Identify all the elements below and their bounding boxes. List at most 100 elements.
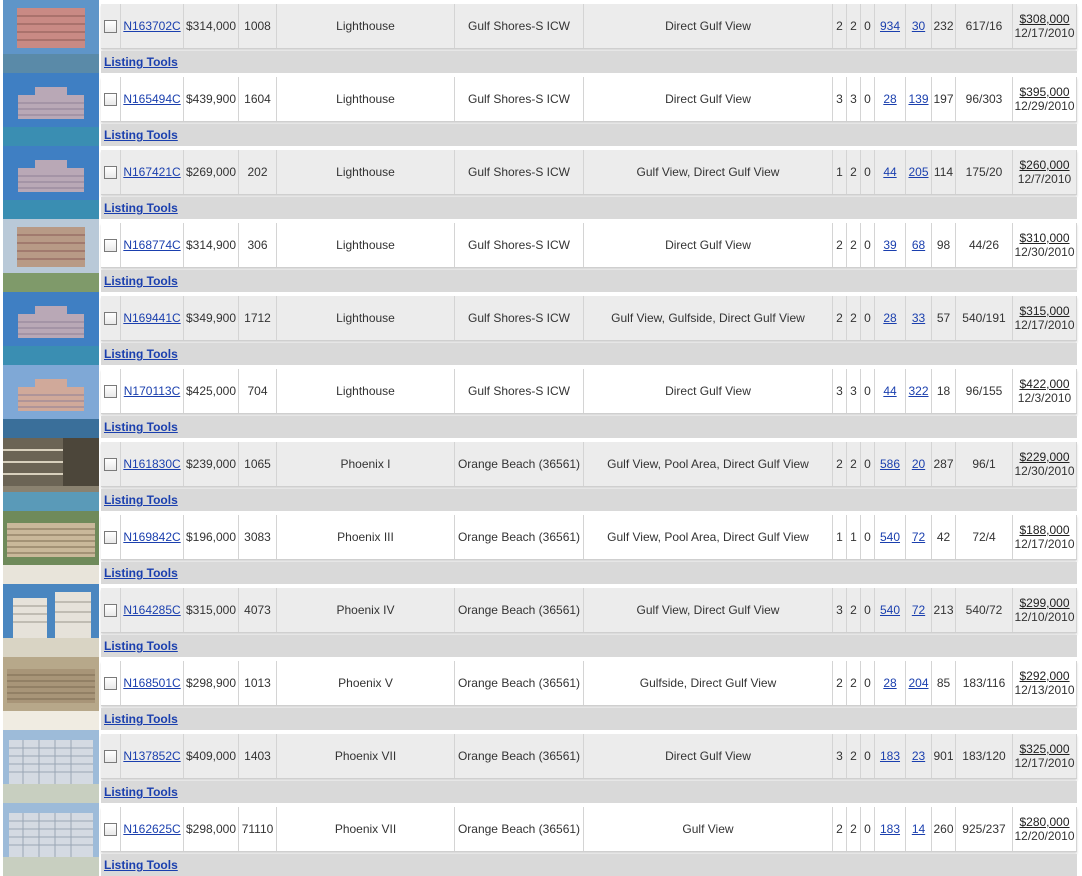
property-photo[interactable] <box>3 438 99 511</box>
beds: 3 <box>836 92 843 106</box>
sold-price[interactable]: $299,000 <box>1019 596 1069 610</box>
listing-tools-link[interactable]: Listing Tools <box>104 201 178 215</box>
select-checkbox[interactable] <box>104 238 117 252</box>
sold-price[interactable]: $310,000 <box>1019 231 1069 245</box>
mls-number-link[interactable]: N161830C <box>123 457 180 471</box>
select-checkbox[interactable] <box>104 311 117 325</box>
select-checkbox[interactable] <box>104 749 117 763</box>
stat-link-1[interactable]: 934 <box>880 19 900 33</box>
stat-link-1[interactable]: 44 <box>883 384 896 398</box>
stat-link-2[interactable]: 72 <box>912 530 925 544</box>
days-on-market: 306 <box>247 238 268 252</box>
stat-link-2[interactable]: 23 <box>912 749 925 763</box>
stat-link-2[interactable]: 68 <box>912 238 925 252</box>
half-baths: 0 <box>864 822 871 836</box>
mls-number-link[interactable]: N170113C <box>124 384 180 398</box>
property-photo[interactable] <box>3 365 99 438</box>
baths: 1 <box>850 530 857 544</box>
stat-link-2[interactable]: 322 <box>908 384 928 398</box>
mls-number-link[interactable]: N162625C <box>123 822 180 836</box>
select-checkbox[interactable] <box>104 530 117 544</box>
sold-price[interactable]: $292,000 <box>1019 669 1069 683</box>
listing-tools-link[interactable]: Listing Tools <box>104 420 178 434</box>
sold-price[interactable]: $395,000 <box>1019 85 1069 99</box>
property-photo[interactable] <box>3 803 99 876</box>
select-checkbox[interactable] <box>104 165 117 179</box>
stat-link-2[interactable]: 139 <box>908 92 928 106</box>
listing-tools-link[interactable]: Listing Tools <box>104 493 178 507</box>
property-photo[interactable] <box>3 511 99 584</box>
mls-number-link[interactable]: N163702C <box>123 19 180 33</box>
listing-tools-link[interactable]: Listing Tools <box>104 639 178 653</box>
mls-number-link[interactable]: N167421C <box>123 165 180 179</box>
sold-price[interactable]: $260,000 <box>1019 158 1069 172</box>
listing-item: N168501C $298,900 1013 Phoenix V Orange Beac… <box>0 657 1082 730</box>
stat-link-1[interactable]: 183 <box>880 822 900 836</box>
stat-link-2[interactable]: 72 <box>912 603 925 617</box>
stat-link-1[interactable]: 44 <box>883 165 896 179</box>
listing-tools-link[interactable]: Listing Tools <box>104 347 178 361</box>
mls-number-link[interactable]: N165494C <box>123 92 180 106</box>
beds-cell: 3 <box>833 588 847 632</box>
stat-link-2[interactable]: 205 <box>908 165 928 179</box>
listing-tools-link[interactable]: Listing Tools <box>104 566 178 580</box>
select-checkbox[interactable] <box>104 822 117 836</box>
view-description: Direct Gulf View <box>665 384 751 398</box>
days-on-market-cell: 1712 <box>239 296 277 340</box>
select-checkbox[interactable] <box>104 603 117 617</box>
view-description: Gulfside, Direct Gulf View <box>639 676 777 690</box>
mls-number-link[interactable]: N169842C <box>123 530 180 544</box>
property-photo[interactable] <box>3 146 99 219</box>
sold-price[interactable]: $188,000 <box>1019 523 1069 537</box>
ratio-value-cell: 96/155 <box>956 369 1013 413</box>
mls-number-link[interactable]: N164285C <box>123 603 180 617</box>
baths-cell: 3 <box>847 77 861 121</box>
select-checkbox[interactable] <box>104 19 117 33</box>
view-description-cell: Gulfside, Direct Gulf View <box>584 661 833 705</box>
listing-tools-link[interactable]: Listing Tools <box>104 55 178 69</box>
stat-link-1[interactable]: 28 <box>883 676 896 690</box>
listing-tools-link[interactable]: Listing Tools <box>104 858 178 872</box>
property-photo[interactable] <box>3 730 99 803</box>
select-checkbox[interactable] <box>104 92 117 106</box>
select-checkbox[interactable] <box>104 676 117 690</box>
listing-tools-link[interactable]: Listing Tools <box>104 785 178 799</box>
listing-tools-link[interactable]: Listing Tools <box>104 712 178 726</box>
sold-price[interactable]: $422,000 <box>1019 377 1069 391</box>
sold-price[interactable]: $280,000 <box>1019 815 1069 829</box>
select-checkbox[interactable] <box>104 384 117 398</box>
property-photo[interactable] <box>3 292 99 365</box>
sold-price[interactable]: $308,000 <box>1019 12 1069 26</box>
stat-link-2[interactable]: 30 <box>912 19 925 33</box>
select-checkbox[interactable] <box>104 457 117 471</box>
mls-number-link[interactable]: N168501C <box>123 676 180 690</box>
stat-link-1[interactable]: 183 <box>880 749 900 763</box>
sold-price[interactable]: $229,000 <box>1019 450 1069 464</box>
stat-value: 213 <box>933 603 954 617</box>
stat-link-1[interactable]: 39 <box>883 238 896 252</box>
select-checkbox-cell <box>101 442 121 486</box>
sold-price[interactable]: $325,000 <box>1019 742 1069 756</box>
stat-link-2[interactable]: 14 <box>912 822 925 836</box>
property-photo[interactable] <box>3 0 99 73</box>
stat-link-1[interactable]: 28 <box>883 311 896 325</box>
property-photo[interactable] <box>3 219 99 292</box>
sold-price[interactable]: $315,000 <box>1019 304 1069 318</box>
mls-number-link[interactable]: N168774C <box>123 238 180 252</box>
stat-link-2[interactable]: 204 <box>908 676 928 690</box>
listing-tools-link[interactable]: Listing Tools <box>104 128 178 142</box>
property-photo[interactable] <box>3 584 99 657</box>
stat-link-2[interactable]: 33 <box>912 311 925 325</box>
stat-link-1[interactable]: 28 <box>883 92 896 106</box>
area-name-cell: Orange Beach (36561) <box>455 661 584 705</box>
listing-tools-link[interactable]: Listing Tools <box>104 274 178 288</box>
stat-value: 57 <box>936 311 951 325</box>
stat-link-1[interactable]: 540 <box>880 530 900 544</box>
mls-number-link[interactable]: N169441C <box>123 311 180 325</box>
stat-link-1[interactable]: 586 <box>880 457 900 471</box>
property-photo[interactable] <box>3 73 99 146</box>
stat-link-1[interactable]: 540 <box>880 603 900 617</box>
property-photo[interactable] <box>3 657 99 730</box>
stat-link-2[interactable]: 20 <box>912 457 925 471</box>
mls-number-link[interactable]: N137852C <box>123 749 180 763</box>
